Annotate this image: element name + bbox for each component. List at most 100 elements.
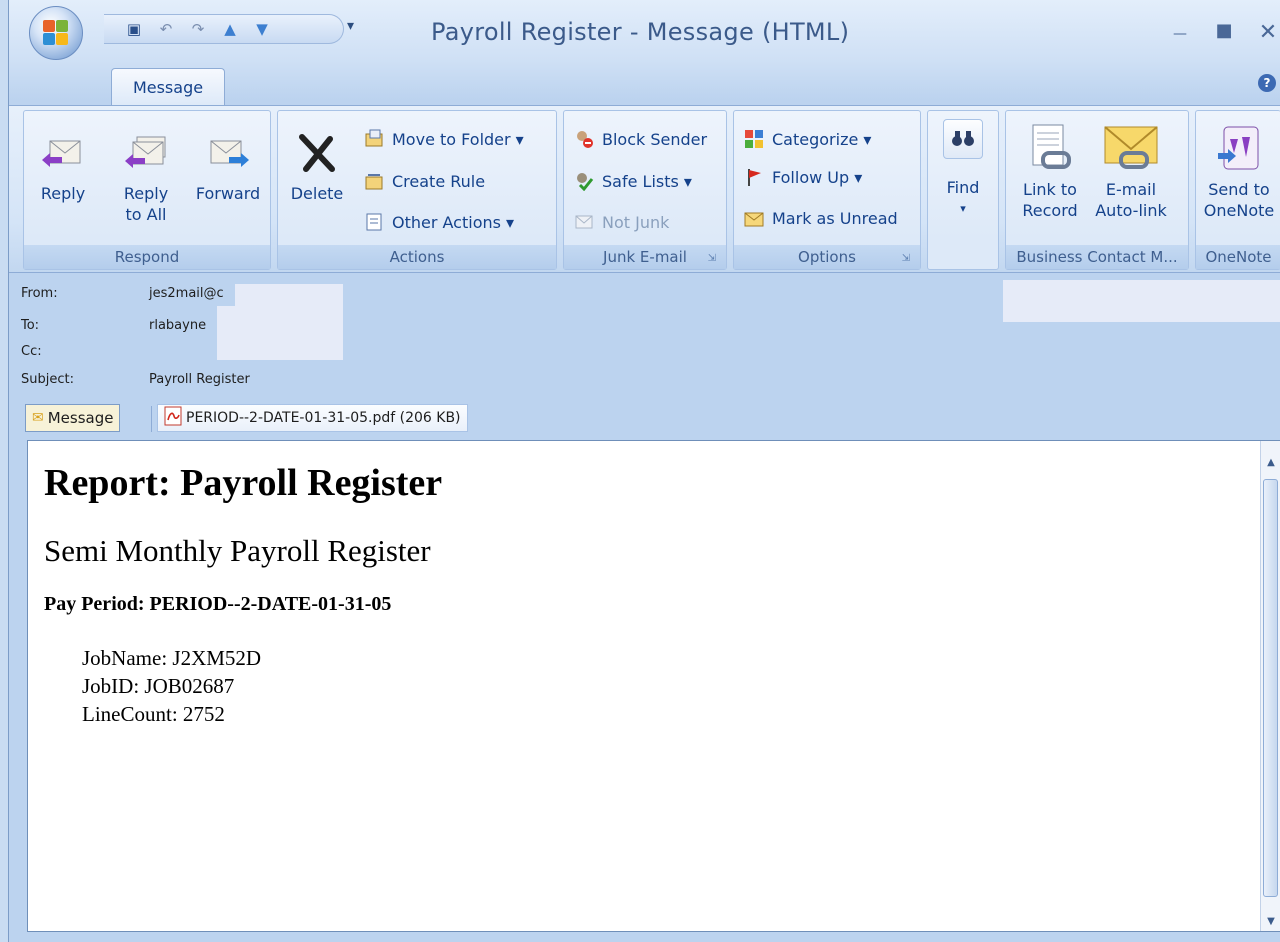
down-icon[interactable]: ▼ xyxy=(252,20,272,38)
undo-icon[interactable]: ↶ xyxy=(156,20,176,38)
email-auto-link-button[interactable]: E-mail Auto-link xyxy=(1090,126,1172,221)
to-value[interactable]: rlabayne xyxy=(149,318,206,333)
reply-button[interactable]: Reply xyxy=(32,133,94,204)
not-junk-button[interactable]: Not Junk xyxy=(574,212,669,232)
reply-label: Reply xyxy=(40,184,86,203)
tab-message[interactable]: Message xyxy=(111,68,225,106)
subject-value: Payroll Register xyxy=(149,372,250,387)
options-label-text: Options xyxy=(798,248,856,266)
safe-lists-button[interactable]: Safe Lists ▾ xyxy=(574,171,692,192)
group-label-respond: Respond xyxy=(24,245,270,269)
help-icon[interactable]: ? xyxy=(1258,74,1276,92)
link-to-label-1: Link to xyxy=(1023,180,1077,199)
pdf-attachment[interactable]: PERIOD--2-DATE-01-31-05.pdf (206 KB) xyxy=(157,404,468,432)
envelope-icon: ✉ xyxy=(32,410,44,426)
link-to-record-button[interactable]: Link to Record xyxy=(1014,124,1086,221)
follow-up-button[interactable]: Follow Up ▾ xyxy=(744,167,862,187)
outlook-message-window: ▣ ↶ ↷ ▲ ▼ ▾ Payroll Register - Message (… xyxy=(8,0,1280,942)
forward-button[interactable]: Forward xyxy=(190,133,266,204)
other-actions-button[interactable]: Other Actions ▾ xyxy=(364,212,514,232)
onenote-icon xyxy=(1216,123,1262,175)
group-actions: Delete Move to Folder ▾ Create Rule Othe… xyxy=(277,110,557,270)
reply-all-label-1: Reply xyxy=(123,184,169,203)
redacted-to xyxy=(217,306,343,360)
scroll-down-icon[interactable]: ▼ xyxy=(1263,916,1279,927)
office-button[interactable] xyxy=(29,6,83,60)
delete-button[interactable]: Delete xyxy=(286,133,348,204)
report-subtitle: Semi Monthly Payroll Register xyxy=(44,533,431,568)
junk-label-text: Junk E-mail xyxy=(603,248,687,266)
move-to-folder-button[interactable]: Move to Folder ▾ xyxy=(364,129,524,149)
window-controls: — ■ ✕ xyxy=(1167,20,1280,48)
delete-x-icon xyxy=(296,133,338,173)
job-info: JobName: J2XM52D JobID: JOB02687 LineCou… xyxy=(44,644,1244,728)
group-label-junk: Junk E-mail xyxy=(564,245,726,269)
create-rule-button[interactable]: Create Rule xyxy=(364,171,485,191)
pay-period: Pay Period: PERIOD--2-DATE-01-31-05 xyxy=(44,593,392,615)
group-respond: Reply Reply to All Forward Respond xyxy=(23,110,271,270)
categorize-button[interactable]: Categorize ▾ xyxy=(744,129,871,149)
group-onenote: Send to OneNote OneNote xyxy=(1195,110,1280,270)
job-id: JobID: JOB02687 xyxy=(82,674,235,698)
move-to-folder-label: Move to Folder ▾ xyxy=(392,129,524,149)
pdf-icon xyxy=(164,406,182,430)
redacted-sent xyxy=(1003,280,1280,322)
create-rule-icon xyxy=(364,171,384,191)
message-body[interactable]: Report: Payroll Register Semi Monthly Pa… xyxy=(27,440,1280,932)
categorize-icon xyxy=(744,129,764,149)
maximize-button[interactable]: ■ xyxy=(1211,20,1237,48)
message-header: From: jes2mail@c To: rlabayne Cc: Subjec… xyxy=(9,276,1280,396)
group-label-onenote: OneNote xyxy=(1196,245,1280,269)
mark-as-unread-label: Mark as Unread xyxy=(772,208,898,228)
mark-as-unread-button[interactable]: Mark as Unread xyxy=(744,208,898,228)
email-auto-link-label-2: Auto-link xyxy=(1095,201,1167,220)
block-sender-button[interactable]: Block Sender xyxy=(574,129,707,149)
reply-all-label-2: to All xyxy=(125,205,167,224)
cc-label: Cc: xyxy=(21,344,42,359)
safe-lists-icon xyxy=(574,171,594,192)
other-actions-label: Other Actions ▾ xyxy=(392,212,515,232)
window-title: Payroll Register - Message (HTML) xyxy=(431,18,850,46)
group-label-actions: Actions xyxy=(278,245,556,269)
junk-dialog-launcher-icon[interactable]: ⇲ xyxy=(708,253,716,264)
group-options: Categorize ▾ Follow Up ▾ Mark as Unread … xyxy=(733,110,921,270)
not-junk-label: Not Junk xyxy=(602,212,670,232)
create-rule-label: Create Rule xyxy=(392,171,486,191)
not-junk-icon xyxy=(574,212,594,232)
find-button[interactable]: Find ▾ xyxy=(934,119,992,219)
vertical-scrollbar[interactable]: ▲ ▼ xyxy=(1260,441,1280,931)
forward-icon xyxy=(207,133,249,173)
minimize-button[interactable]: — xyxy=(1167,20,1193,48)
from-value[interactable]: jes2mail@c xyxy=(149,286,224,301)
subject-label: Subject: xyxy=(21,372,74,387)
safe-lists-label: Safe Lists ▾ xyxy=(602,171,692,191)
office-logo-icon xyxy=(43,20,69,46)
block-sender-label: Block Sender xyxy=(602,129,708,149)
options-dialog-launcher-icon[interactable]: ⇲ xyxy=(902,253,910,264)
send-to-onenote-label-1: Send to xyxy=(1208,180,1270,199)
line-count: LineCount: 2752 xyxy=(82,702,225,726)
group-label-options: Options xyxy=(734,245,920,269)
reply-all-icon xyxy=(125,133,167,173)
scroll-up-icon[interactable]: ▲ xyxy=(1263,457,1279,468)
link-to-label-2: Record xyxy=(1022,201,1078,220)
save-icon[interactable]: ▣ xyxy=(124,20,144,38)
link-to-record-icon xyxy=(1027,123,1073,175)
group-find: Find ▾ xyxy=(927,110,999,270)
qat-customize-button[interactable]: ▾ xyxy=(347,18,354,34)
pdf-attachment-label: PERIOD--2-DATE-01-31-05.pdf (206 KB) xyxy=(186,410,461,426)
binoculars-icon xyxy=(943,119,983,159)
other-actions-icon xyxy=(364,212,384,232)
reply-all-button[interactable]: Reply to All xyxy=(116,133,176,225)
redo-icon[interactable]: ↷ xyxy=(188,20,208,38)
close-button[interactable]: ✕ xyxy=(1255,20,1280,48)
find-label: Find xyxy=(946,178,980,197)
up-icon[interactable]: ▲ xyxy=(220,20,240,38)
message-tab-button[interactable]: ✉ Message xyxy=(25,404,121,432)
scroll-thumb[interactable] xyxy=(1263,479,1278,897)
categorize-label: Categorize ▾ xyxy=(772,129,872,149)
reply-icon xyxy=(42,133,84,173)
find-dropdown-icon: ▾ xyxy=(960,202,966,215)
send-to-onenote-button[interactable]: Send to OneNote xyxy=(1200,126,1278,221)
quick-access-toolbar: ▣ ↶ ↷ ▲ ▼ xyxy=(104,14,344,44)
